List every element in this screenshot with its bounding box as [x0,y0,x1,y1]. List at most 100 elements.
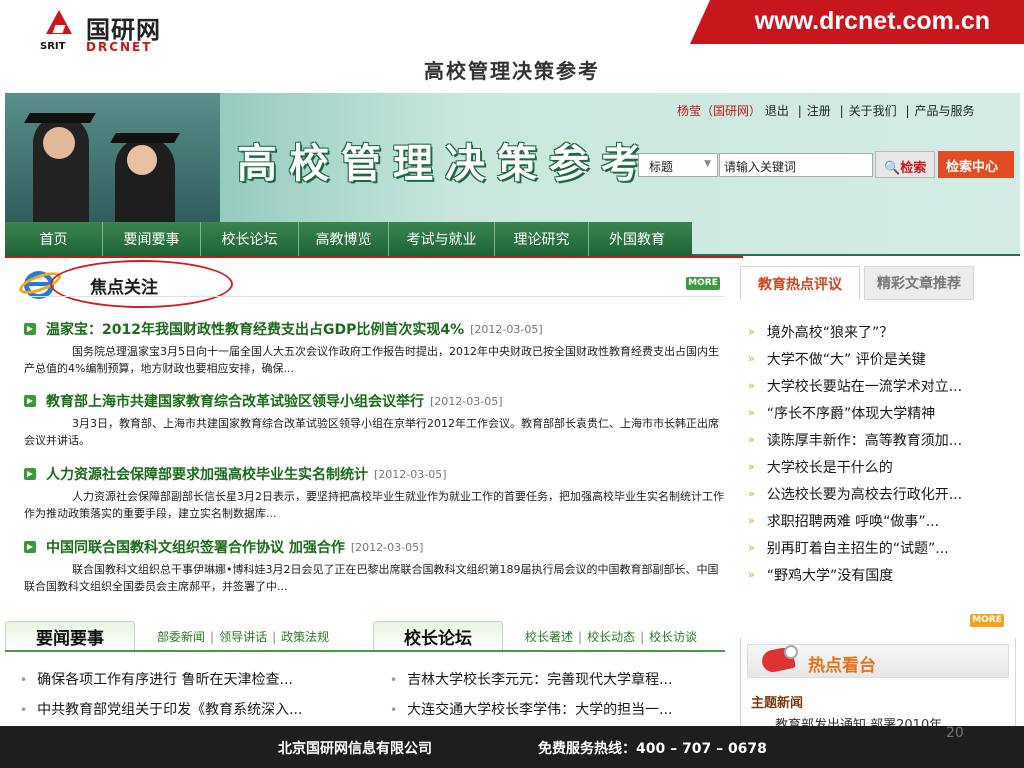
search-icon: 🔍 [884,161,901,176]
nav-item-exams[interactable]: 考试与就业 [389,222,495,256]
section-news-title[interactable]: 要闻要事 [5,621,135,651]
hot-spot-title: 热点看台 [808,656,876,676]
banner-title: 高校管理决策参考 [237,140,653,187]
news-item: 人力资源社会保障部要求加强高校毕业生实名制统计 [2012-03-05] 人力资源… [24,464,724,522]
link-separator: | [905,104,910,118]
sublink[interactable]: 领导讲话 [219,630,267,644]
search-button-label: 检索 [900,161,927,176]
tab-recommended[interactable]: 精彩文章推荐 [864,266,974,300]
megaphone-bell-icon [784,645,798,659]
list-item-label: 别再盯着自主招生的“试题”... [766,540,949,557]
news-summary: 国务院总理温家宝3月5日向十一届全国人大五次会议作政府工作报告时提出，2012年… [24,345,719,375]
news-summary: 联合国教科文组织总干事伊琳娜•博科娃3月2日会见了正在巴黎出席联合国教科文组织第… [24,563,719,593]
user-name-link[interactable]: 杨莹（国研网） [677,104,761,118]
hot-spot-header: 热点看台 [747,644,1009,678]
search-field-select[interactable]: 标题 ▼ [638,153,718,177]
graduates-image [5,93,220,227]
sublink[interactable]: 政策法规 [281,630,329,644]
divider [5,650,725,652]
news-date: [2012-03-05] [430,394,503,408]
arrow-right-icon [24,541,36,553]
list-item[interactable]: » “序长不序爵”体现大学精神 [748,399,1018,426]
divider [28,296,724,297]
news-title-link[interactable]: 中国同联合国教科文组织签署合作协议 加强合作 [46,537,345,557]
bullet-icon: » [748,487,755,500]
news-title-link[interactable]: 教育部上海市共建国家教育综合改革试验区领导小组会议举行 [46,391,424,411]
hot-more-button[interactable]: MORE [970,614,1004,627]
bullet-icon: • [20,673,28,687]
list-item[interactable]: » 别再盯着自主招生的“试题”... [748,534,1018,561]
arrow-right-icon [24,395,36,407]
news-title-link[interactable]: 温家宝：2012年我国财政性教育经费支出占GDP比例首次实现4% [46,319,464,339]
news-item: 温家宝：2012年我国财政性教育经费支出占GDP比例首次实现4% [2012-03… [24,319,724,377]
link-separator: | [210,630,215,644]
link-separator: | [272,630,277,644]
nav-item-news[interactable]: 要闻要事 [103,222,201,256]
list-item-label: 大学校长是干什么的 [766,459,893,476]
nav-item-foreign[interactable]: 外国教育 [589,222,685,256]
news-title-link[interactable]: 人力资源社会保障部要求加强高校毕业生实名制统计 [46,464,368,484]
list-item[interactable]: » 大学校长要站在一流学术对立... [748,372,1018,399]
nav-item-forum[interactable]: 校长论坛 [201,222,299,256]
list-item[interactable]: » 大学不做“大” 评价是关键 [748,345,1018,372]
bullet-icon: • [390,673,398,687]
sublink[interactable]: 校长著述 [525,630,573,644]
list-item[interactable]: » 公选校长要为高校去行政化开... [748,480,1018,507]
list-item-label: 读陈厚丰新作：高等教育须加... [766,432,963,449]
tab-hot-comments[interactable]: 教育热点评议 [740,266,860,300]
bullet-icon: » [748,325,755,338]
sublink[interactable]: 校长动态 [587,630,635,644]
focus-more-button[interactable]: MORE [686,277,720,290]
bullet-icon: » [748,541,755,554]
nav-item-theory[interactable]: 理论研究 [495,222,589,256]
list-item-label: 大连交通大学校长李学伟：大学的担当一... [407,702,673,718]
main-nav: 首页 要闻要事 校长论坛 高教博览 考试与就业 理论研究 外国教育 [5,222,692,256]
nav-item-expo[interactable]: 高教博览 [299,222,389,256]
list-item[interactable]: • 大连交通大学校长李学伟：大学的担当一... [390,699,672,719]
bullet-icon: » [748,514,755,527]
bullet-icon: » [748,406,755,419]
list-item-label: 吉林大学校长李元元：完善现代大学章程... [407,672,673,688]
logo-en-text: DRCNET [86,40,153,54]
search-center-button[interactable]: 检索中心 [938,151,1014,178]
news-date: [2012-03-05] [374,467,447,481]
page-number: 20 [946,725,964,741]
products-link[interactable]: 产品与服务 [915,104,975,118]
sublink[interactable]: 部委新闻 [157,630,205,644]
bullet-icon: » [748,379,755,392]
sublink[interactable]: 校长访谈 [649,630,697,644]
logout-link[interactable]: 退出 [765,104,789,118]
about-link[interactable]: 关于我们 [849,104,897,118]
list-item[interactable]: » 读陈厚丰新作：高等教育须加... [748,426,1018,453]
news-item: 中国同联合国教科文组织签署合作协议 加强合作 [2012-03-05] 联合国教科… [24,537,724,595]
list-item[interactable]: • 确保各项工作有序进行 鲁昕在天津检查... [20,669,293,689]
news-sublinks: 部委新闻 | 领导讲话 | 政策法规 [157,628,329,645]
mortarboard-icon [24,113,96,123]
section-forum-title[interactable]: 校长论坛 [373,621,503,651]
search-button[interactable]: 🔍检索 [875,151,935,178]
slide-footer: 北京国研网信息有限公司 免费服务热线：400 – 707 – 0678 [0,726,1024,768]
list-item[interactable]: • 中共教育部党组关于印发《教育系统深入... [20,699,302,719]
bullet-icon: » [748,433,755,446]
list-item[interactable]: • 吉林大学校长李元元：完善现代大学章程... [390,669,672,689]
hot-spot-subtitle: 主题新闻 [751,696,804,711]
logo-srit-text: SRIT [40,41,66,52]
list-item[interactable]: » “野鸡大学”没有国度 [748,561,1018,588]
list-item[interactable]: » 境外高校“狼来了”？ [748,318,1018,345]
news-date: [2012-03-05] [350,540,424,554]
news-item: 教育部上海市共建国家教育综合改革试验区领导小组会议举行 [2012-03-05] … [24,391,724,449]
list-item-label: 大学校长要站在一流学术对立... [766,378,963,395]
news-date: [2012-03-05] [470,322,543,336]
forum-sublinks: 校长著述 | 校长动态 | 校长访谈 [525,628,697,645]
graduate-head [43,127,75,159]
link-separator: | [839,104,844,118]
right-tabs: 教育热点评议 精彩文章推荐 [740,263,1024,303]
register-link[interactable]: 注册 [807,104,831,118]
list-item[interactable]: » 求职招聘两难 呼唤“做事”... [748,507,1018,534]
list-item-label: 中共教育部党组关于印发《教育系统深入... [37,702,303,718]
nav-item-home[interactable]: 首页 [5,222,103,256]
search-input[interactable]: 请输入关键词 [719,153,873,177]
bullet-icon: » [748,568,755,581]
list-item[interactable]: » 大学校长是干什么的 [748,453,1018,480]
divider [5,256,743,258]
